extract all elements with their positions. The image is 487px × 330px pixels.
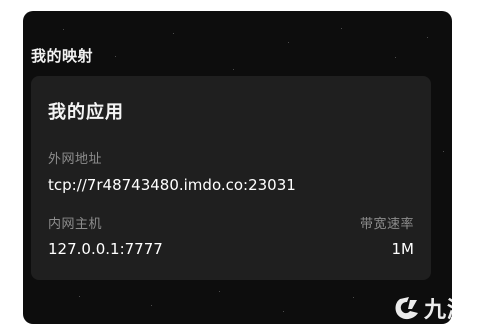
jiuyou-logo-icon xyxy=(395,297,418,320)
watermark-text: 九游 xyxy=(424,298,471,323)
mapping-panel: 我的映射 我的应用 外网地址 tcp://7r48743480.imdo.co:… xyxy=(23,11,452,324)
jiuyou-watermark: 九游 xyxy=(392,290,484,326)
page: 我的映射 我的应用 外网地址 tcp://7r48743480.imdo.co:… xyxy=(0,0,487,330)
internal-host-value[interactable]: 127.0.0.1:7777 xyxy=(48,240,163,258)
section-title: 我的映射 xyxy=(31,47,94,65)
app-title: 我的应用 xyxy=(48,102,124,123)
mapping-card[interactable]: 我的应用 外网地址 tcp://7r48743480.imdo.co:23031… xyxy=(31,76,431,280)
bandwidth-value: 1M xyxy=(391,240,415,258)
bandwidth-label: 带宽速率 xyxy=(359,217,414,232)
internal-host-label: 内网主机 xyxy=(48,217,103,232)
external-address-label: 外网地址 xyxy=(48,152,103,167)
external-address-value[interactable]: tcp://7r48743480.imdo.co:23031 xyxy=(48,176,296,194)
